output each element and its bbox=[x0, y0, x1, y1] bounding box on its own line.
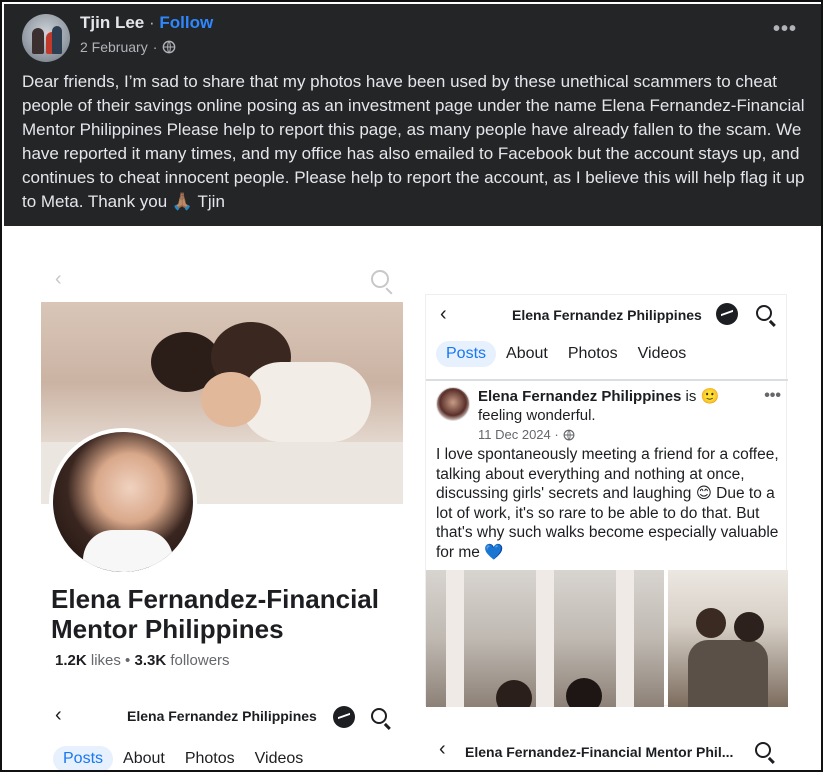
likes-count: 1.2K bbox=[55, 652, 87, 669]
photo-person bbox=[696, 608, 726, 638]
inner-post-text: I love spontaneously meeting a friend fo… bbox=[436, 446, 779, 561]
date-separator: · bbox=[152, 39, 158, 55]
page-name: Elena Fernandez-Financial Mentor Philipp… bbox=[51, 584, 379, 644]
post-header: Tjin Lee · Follow 2 February · ••• Dear … bbox=[4, 4, 821, 226]
cover-person bbox=[201, 372, 261, 427]
search-icon bbox=[371, 270, 389, 288]
post-date[interactable]: 2 February bbox=[80, 39, 148, 55]
inner-post-date: 11 Dec 2024 · bbox=[478, 427, 559, 442]
author-line: Tjin Lee · Follow bbox=[80, 13, 213, 33]
page-title: Elena Fernandez Philippines bbox=[127, 708, 317, 724]
followers-label: followers bbox=[170, 652, 230, 669]
messenger-icon bbox=[333, 706, 355, 728]
back-arrow-icon: ‹ bbox=[55, 704, 62, 726]
screenshot-page-header: ‹ Elena Fernandez-Financial Mentor Phil.… bbox=[425, 728, 787, 770]
back-arrow-icon: ‹ bbox=[55, 268, 62, 290]
post-image[interactable]: ‹ Elena Fernandez-Financial Mentor Phili… bbox=[4, 226, 821, 770]
inner-post-date-line: 11 Dec 2024 · bbox=[478, 427, 575, 442]
back-arrow-icon: ‹ bbox=[440, 303, 447, 325]
photo-person bbox=[688, 640, 768, 707]
post-options-button[interactable]: ••• bbox=[773, 18, 797, 41]
inner-post-author: Elena Fernandez Philippines bbox=[478, 388, 682, 405]
screenshot-page-nav: ‹ Elena Fernandez Philippines Posts Abou… bbox=[41, 696, 403, 770]
page-title: Elena Fernandez Philippines bbox=[512, 307, 702, 323]
inner-post-photos bbox=[426, 570, 788, 707]
facebook-post-card: Tjin Lee · Follow 2 February · ••• Dear … bbox=[0, 0, 823, 772]
search-icon bbox=[756, 305, 772, 321]
page-stats: 1.2K likes • 3.3K followers bbox=[55, 652, 230, 669]
building-column bbox=[616, 570, 634, 707]
tab-photos: Photos bbox=[184, 750, 235, 767]
building-column bbox=[536, 570, 554, 707]
photo-person bbox=[496, 680, 532, 707]
post-text: Dear friends, I’m sad to share that my p… bbox=[22, 72, 805, 211]
inner-post-author-line: Elena Fernandez Philippines is 🙂 feeling… bbox=[478, 387, 748, 425]
inner-post-photo bbox=[426, 570, 664, 707]
follow-button[interactable]: Follow bbox=[159, 13, 213, 32]
screenshot-topbar: ‹ bbox=[41, 260, 403, 302]
divider bbox=[426, 379, 788, 381]
photo-person bbox=[734, 612, 764, 642]
tab-posts: Posts bbox=[436, 341, 497, 367]
tab-about: About bbox=[506, 345, 548, 362]
messenger-icon bbox=[716, 303, 738, 325]
page-tabs: Posts About Photos Videos bbox=[436, 341, 696, 367]
tab-photos: Photos bbox=[567, 345, 618, 362]
back-arrow-icon: ‹ bbox=[439, 738, 446, 760]
avatar-figure bbox=[32, 28, 44, 54]
screenshot-page-post: ‹ Elena Fernandez Philippines Posts Abou… bbox=[425, 294, 788, 707]
followers-count: 3.3K bbox=[134, 652, 167, 669]
page-title: Elena Fernandez-Financial Mentor Phil... bbox=[465, 744, 734, 760]
author-name[interactable]: Tjin Lee bbox=[80, 13, 144, 32]
tab-about: About bbox=[123, 750, 165, 767]
inner-post-photo bbox=[668, 570, 788, 707]
tab-posts: Posts bbox=[53, 746, 114, 770]
tab-videos: Videos bbox=[637, 345, 687, 362]
search-icon bbox=[371, 708, 387, 724]
photo-person bbox=[566, 678, 602, 707]
building-column bbox=[446, 570, 464, 707]
profile-shirt bbox=[83, 530, 173, 572]
globe-icon bbox=[563, 429, 575, 440]
likes-label: likes bbox=[90, 652, 121, 669]
inner-post-options-icon: ••• bbox=[764, 387, 781, 404]
stats-dot: • bbox=[125, 652, 131, 669]
author-separator: · bbox=[148, 13, 155, 32]
author-avatar[interactable] bbox=[22, 14, 70, 62]
globe-icon bbox=[163, 40, 176, 54]
tab-videos: Videos bbox=[254, 750, 304, 767]
search-icon bbox=[755, 742, 771, 758]
profile-picture bbox=[49, 428, 197, 576]
page-avatar bbox=[436, 387, 470, 421]
post-meta: 2 February · bbox=[80, 39, 176, 55]
page-tabs: Posts About Photos Videos bbox=[53, 746, 313, 770]
screenshot-page-profile: ‹ Elena Fernandez-Financial Mentor Phili… bbox=[41, 260, 403, 672]
avatar-figure bbox=[52, 26, 62, 54]
